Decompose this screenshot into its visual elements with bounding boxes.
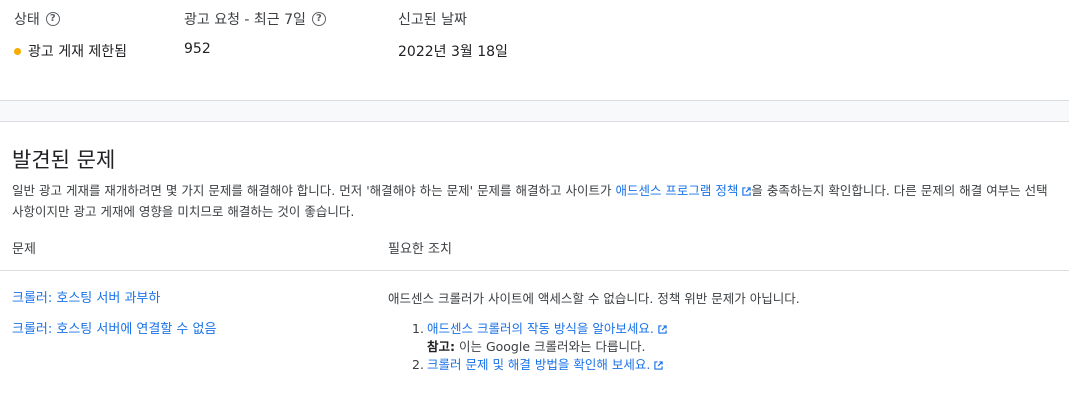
issue-link-overload[interactable]: 크롤러: 호스팅 서버 과부하	[12, 287, 160, 306]
action-text: 애드센스 크롤러가 사이트에 액세스할 수 없습니다. 정책 위반 문제가 아닙…	[388, 291, 800, 306]
issue-link-unreachable[interactable]: 크롤러: 호스팅 서버에 연결할 수 없음	[12, 318, 216, 337]
help-circle-icon[interactable]: ?	[45, 12, 60, 26]
crawler-fix-link[interactable]: 크롤러 문제 및 해결 방법을 확인해 보세요.	[427, 357, 664, 372]
policy-link[interactable]: 애드센스 프로그램 정책	[615, 183, 752, 198]
section-description: 일반 광고 게재를 재개하려면 몇 가지 문제를 해결해야 합니다. 먼저 '해…	[12, 183, 1048, 219]
table-header-divider	[0, 270, 1069, 271]
reported-label: 신고된 날짜	[398, 12, 467, 28]
status-label: 상태	[14, 12, 40, 28]
open-in-new-icon	[658, 325, 667, 334]
action-steps: 1. 애드센스 크롤러의 작동 방식을 알아보세요. 참고: 이는 Google …	[412, 320, 667, 374]
open-in-new-icon	[654, 361, 664, 370]
status-value: 광고 게재 제한됨	[14, 41, 127, 61]
list-item: 2. 크롤러 문제 및 해결 방법을 확인해 보세요.	[412, 356, 667, 374]
reported-value: 2022년 3월 18일	[398, 44, 508, 60]
crawler-how-it-works-link[interactable]: 애드센스 크롤러의 작동 방식을 알아보세요.	[427, 321, 667, 336]
status-header: 상태 ?	[14, 9, 60, 29]
section-title: 발견된 문제	[12, 148, 116, 172]
list-item-note: 참고: 이는 Google 크롤러와는 다릅니다.	[427, 339, 646, 354]
col-header-action: 필요한 조치	[388, 242, 452, 257]
requests-header: 광고 요청 - 최근 7일 ?	[184, 9, 326, 29]
divider-line	[0, 121, 1069, 122]
section-divider	[0, 100, 1069, 121]
list-item: 1. 애드센스 크롤러의 작동 방식을 알아보세요.	[412, 320, 667, 338]
status-dot-icon	[14, 47, 21, 55]
requests-value: 952	[184, 41, 211, 57]
help-circle-icon[interactable]: ?	[311, 12, 326, 26]
reported-header: 신고된 날짜	[398, 9, 467, 29]
divider-line	[0, 100, 1069, 101]
requests-label: 광고 요청 - 최근 7일	[184, 12, 306, 28]
col-header-issue: 문제	[12, 242, 36, 257]
